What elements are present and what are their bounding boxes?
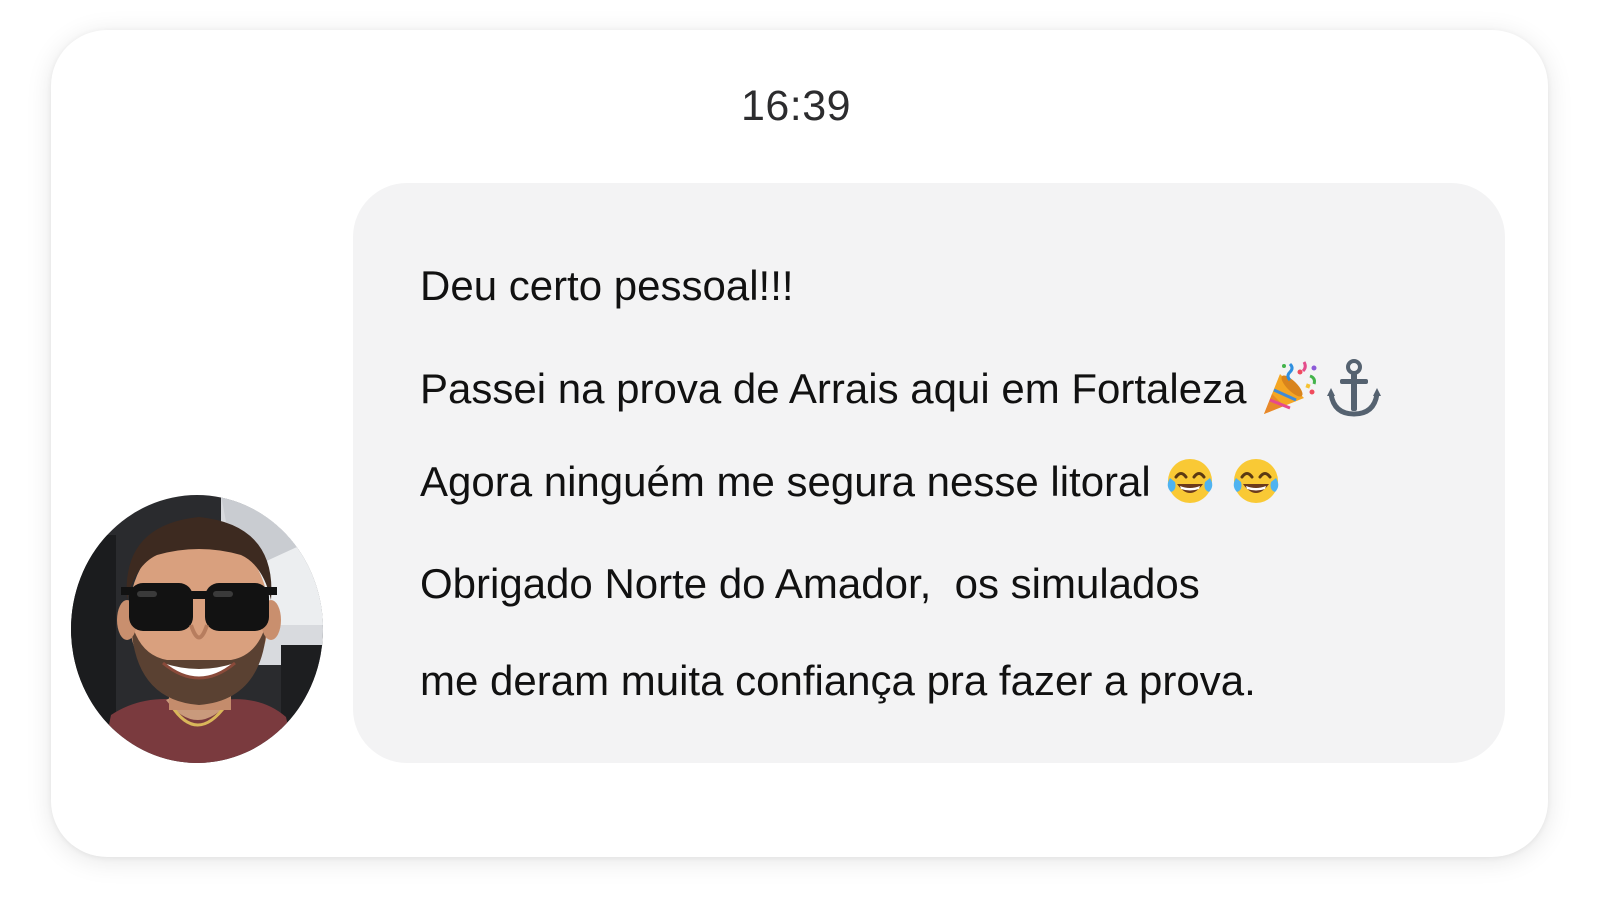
sender-avatar[interactable] xyxy=(71,495,323,763)
party-popper-icon xyxy=(1264,361,1317,414)
message-line: Deu certo pessoal!!! xyxy=(420,262,794,309)
tears-of-joy-icon xyxy=(1233,459,1279,503)
anchor-icon xyxy=(1327,359,1382,417)
profile-photo xyxy=(71,495,323,763)
message-line: Passei na prova de Arrais aqui em Fortal… xyxy=(420,359,1382,422)
message-line: me deram muita confiança pra fazer a pro… xyxy=(420,657,1256,704)
message-line: Agora ninguém me segura nesse litoral xyxy=(420,459,1281,510)
message-timestamp: 16:39 xyxy=(740,82,852,130)
message-line: Obrigado Norte do Amador, os simulados xyxy=(420,560,1200,607)
tears-of-joy-icon xyxy=(1167,459,1213,503)
